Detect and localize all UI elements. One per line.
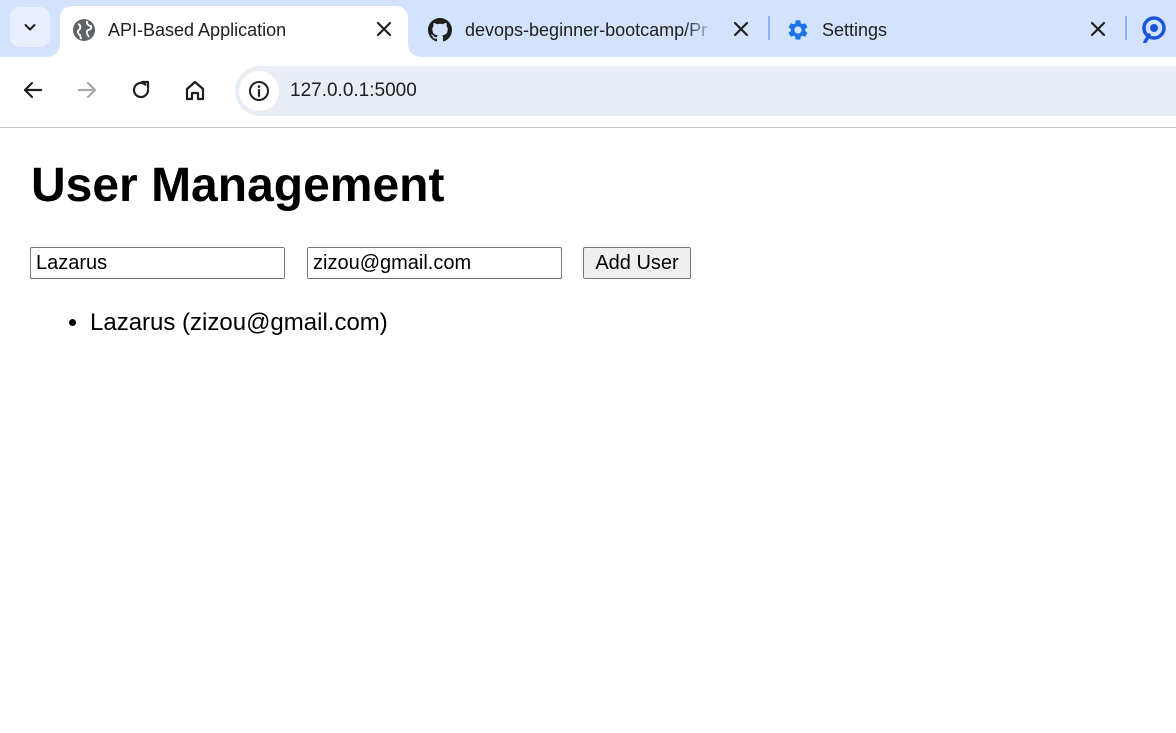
tab-settings[interactable]: Settings [774, 6, 1120, 57]
close-icon[interactable] [1088, 19, 1108, 39]
tab-separator [1125, 16, 1127, 40]
address-url[interactable]: 127.0.0.1:5000 [290, 80, 417, 102]
site-info-button[interactable] [239, 71, 279, 111]
chevron-down-icon [24, 24, 36, 31]
address-bar[interactable]: 127.0.0.1:5000 [235, 66, 1176, 116]
reload-button[interactable] [123, 72, 159, 108]
tab-title: Settings [822, 20, 888, 40]
close-icon[interactable] [731, 19, 751, 39]
arrow-right-icon [77, 81, 97, 99]
browser-toolbar: 127.0.0.1:5000 [0, 57, 1176, 128]
page-content: User Management Add User Lazarus (zizou@… [0, 128, 1176, 733]
tab-github-repo[interactable]: devops-beginner-bootcamp/Pr [416, 6, 766, 57]
email-input[interactable] [307, 247, 562, 279]
reload-icon [132, 80, 150, 99]
globe-icon [73, 19, 95, 41]
tab-separator [768, 16, 770, 40]
user-list: Lazarus (zizou@gmail.com) [0, 308, 388, 338]
list-item: Lazarus (zizou@gmail.com) [90, 308, 388, 338]
back-button[interactable] [15, 72, 51, 108]
page-title: User Management [31, 159, 445, 212]
extension-icon[interactable] [1140, 15, 1170, 43]
home-icon [185, 80, 205, 101]
home-button[interactable] [177, 72, 213, 108]
arrow-left-icon [23, 81, 43, 99]
info-icon [249, 81, 269, 101]
name-input[interactable] [30, 247, 285, 279]
close-icon[interactable] [374, 19, 394, 39]
add-user-button[interactable]: Add User [583, 247, 691, 279]
tab-search-button[interactable] [10, 7, 50, 47]
tab-title: API-Based Application [108, 20, 287, 40]
forward-button[interactable] [69, 72, 105, 108]
gear-icon [788, 20, 808, 40]
tab-api-based-application[interactable]: API-Based Application [48, 6, 420, 57]
tab-title: devops-beginner-bootcamp/Pr [465, 20, 708, 40]
github-icon [428, 18, 452, 42]
tab-strip: API-Based Application devops-beginner-bo… [0, 0, 1176, 57]
